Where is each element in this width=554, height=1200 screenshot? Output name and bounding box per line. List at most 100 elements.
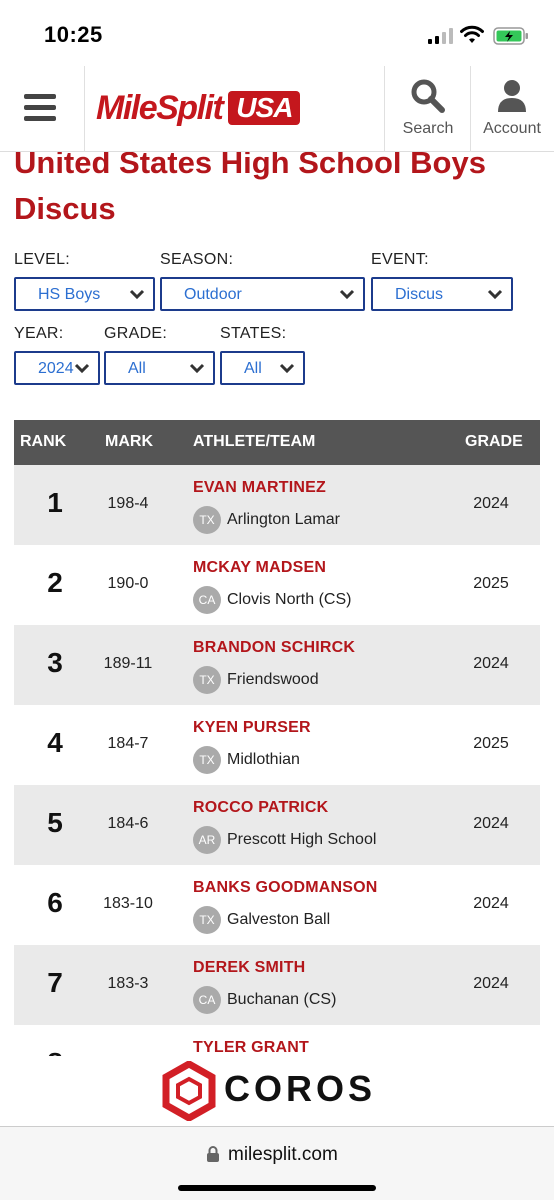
season-label: SEASON: <box>160 251 234 268</box>
team-name-link[interactable]: Prescott High School <box>227 831 376 849</box>
athlete-name-link[interactable]: BRANDON SCHIRCK <box>193 639 355 657</box>
mark-value: 184-6 <box>107 815 149 832</box>
site-header: MileSplit USA Search Account <box>0 66 554 152</box>
wifi-icon <box>460 25 484 43</box>
year-label: YEAR: <box>14 325 64 342</box>
status-bar: 10:25 <box>0 0 554 66</box>
account-button[interactable]: Account <box>470 66 554 152</box>
account-label: Account <box>483 120 541 137</box>
table-row[interactable]: 6 183-10 BANKS GOODMANSON TX Galveston Ball 2… <box>14 865 540 945</box>
team-name-link[interactable]: Buchanan (CS) <box>227 991 336 1009</box>
athlete-name-link[interactable]: MCKAY MADSEN <box>193 559 326 577</box>
chevron-down-icon <box>129 289 145 300</box>
coros-ad-banner[interactable]: COROS <box>54 1056 500 1126</box>
search-label: Search <box>402 120 454 137</box>
col-grade[interactable]: GRADE <box>465 433 523 451</box>
team-name-link[interactable]: Arlington Lamar <box>227 511 340 529</box>
rank-value: 7 <box>47 967 63 998</box>
team-name-link[interactable]: Clovis North (CS) <box>227 591 351 609</box>
chevron-down-icon <box>339 289 355 300</box>
athlete-name-link[interactable]: KYEN PURSER <box>193 719 311 737</box>
athlete-name-link[interactable]: BANKS GOODMANSON <box>193 879 378 897</box>
table-row[interactable]: 8 TYLER GRANT <box>14 1025 540 1056</box>
grade-value: 2024 <box>473 975 509 992</box>
rank-value: 4 <box>47 727 63 758</box>
logo-text: MileSplit <box>96 88 224 127</box>
chevron-down-icon <box>279 363 295 374</box>
athlete-name-link[interactable]: DEREK SMITH <box>193 959 305 977</box>
search-icon <box>411 79 445 113</box>
chevron-down-icon <box>189 363 205 374</box>
browser-url-bar[interactable]: milesplit.com <box>0 1126 554 1200</box>
team-name-link[interactable]: Friendswood <box>227 671 319 689</box>
season-value: Outdoor <box>184 286 242 303</box>
status-time: 10:25 <box>44 22 103 47</box>
header-divider <box>384 66 385 152</box>
cellular-signal-icon <box>428 28 453 44</box>
states-value: All <box>244 360 262 377</box>
event-label: EVENT: <box>371 251 429 268</box>
url-text: milesplit.com <box>228 1144 338 1165</box>
athlete-name-link[interactable]: ROCCO PATRICK <box>193 799 328 817</box>
level-select[interactable]: HS Boys <box>14 277 155 311</box>
event-select[interactable]: Discus <box>371 277 513 311</box>
chevron-down-icon <box>74 363 90 374</box>
event-value: Discus <box>395 286 444 303</box>
table-row[interactable]: 3 189-11 BRANDON SCHIRCK TX Friendswood 2024 <box>14 625 540 705</box>
level-value: HS Boys <box>38 286 101 303</box>
mark-value: 189-11 <box>103 655 153 672</box>
rank-value: 5 <box>47 807 63 838</box>
athlete-name-link[interactable]: EVAN MARTINEZ <box>193 479 326 497</box>
states-select[interactable]: All <box>220 351 305 385</box>
col-mark[interactable]: MARK <box>105 433 153 451</box>
state-badge: CA <box>193 586 221 614</box>
state-badge: TX <box>193 666 221 694</box>
mark-value: 198-4 <box>107 495 149 512</box>
state-badge: TX <box>193 506 221 534</box>
menu-icon[interactable] <box>24 94 58 122</box>
grade-value: 2024 <box>473 495 509 512</box>
state-badge: TX <box>193 906 221 934</box>
grade-select[interactable]: All <box>104 351 215 385</box>
table-row[interactable]: 1 198-4 EVAN MARTINEZ TX Arlington Lamar 2024 <box>14 465 540 545</box>
rank-value: 6 <box>47 887 63 918</box>
mark-value: 184-7 <box>107 735 149 752</box>
grade-label: GRADE: <box>104 325 168 342</box>
rank-value: 3 <box>47 647 63 678</box>
team-name-link[interactable]: Galveston Ball <box>227 911 330 929</box>
states-label: STATES: <box>220 325 287 342</box>
col-rank[interactable]: RANK <box>20 433 66 451</box>
battery-charging-icon <box>493 27 528 45</box>
milesplit-logo[interactable]: MileSplit USA <box>96 88 301 128</box>
grade-value: 2025 <box>473 735 509 752</box>
search-button[interactable]: Search <box>386 66 470 152</box>
table-row[interactable]: 4 184-7 KYEN PURSER TX Midlothian 2025 <box>14 705 540 785</box>
grade-value: 2024 <box>473 895 509 912</box>
table-row[interactable]: 7 183-3 DEREK SMITH CA Buchanan (CS) 2024 <box>14 945 540 1025</box>
year-value: 2024 <box>38 360 74 377</box>
logo-badge: USA <box>228 91 301 125</box>
state-badge: CA <box>193 986 221 1014</box>
season-select[interactable]: Outdoor <box>160 277 365 311</box>
account-icon <box>498 80 526 112</box>
coros-logo-icon <box>162 1061 216 1121</box>
state-badge: TX <box>193 746 221 774</box>
lock-icon <box>207 1146 219 1162</box>
athlete-name-link[interactable]: TYLER GRANT <box>193 1039 309 1056</box>
grade-value: All <box>128 360 146 377</box>
col-athlete-team[interactable]: ATHLETE/TEAM <box>193 433 315 451</box>
rank-value: 8 <box>40 1047 70 1056</box>
mark-value: 183-3 <box>107 975 149 992</box>
mark-value: 190-0 <box>107 575 149 592</box>
team-name-link[interactable]: Midlothian <box>227 751 300 769</box>
grade-value: 2025 <box>473 575 509 592</box>
table-header: RANK MARK ATHLETE/TEAM GRADE <box>14 420 540 465</box>
level-label: LEVEL: <box>14 251 71 268</box>
grade-value: 2024 <box>473 655 509 672</box>
rankings-table: RANK MARK ATHLETE/TEAM GRADE 1 198-4 EVAN … <box>14 420 540 1056</box>
year-select[interactable]: 2024 <box>14 351 100 385</box>
table-row[interactable]: 5 184-6 ROCCO PATRICK AR Prescott High Schoo… <box>14 785 540 865</box>
table-row[interactable]: 2 190-0 MCKAY MADSEN CA Clovis North (CS) 202… <box>14 545 540 625</box>
mark-value: 183-10 <box>103 895 153 912</box>
home-indicator[interactable] <box>178 1185 376 1191</box>
